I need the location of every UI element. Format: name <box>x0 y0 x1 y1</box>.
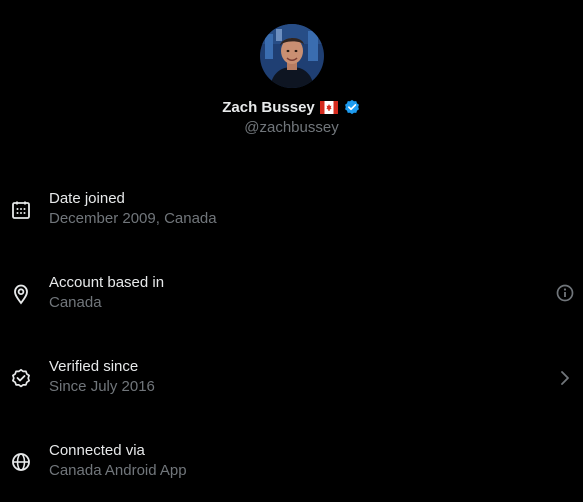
display-name[interactable]: Zach Bussey <box>222 99 315 116</box>
date-joined-label: Date joined <box>49 190 125 207</box>
info-icon[interactable] <box>555 283 575 303</box>
date-joined-row: Date joined December 2009, Canada <box>0 190 583 250</box>
connected-via-row: Connected via Canada Android App <box>0 442 583 502</box>
chevron-right-icon[interactable] <box>555 368 575 388</box>
verified-since-label: Verified since <box>49 358 139 375</box>
connected-via-label: Connected via <box>49 442 145 459</box>
verified-since-row[interactable]: Verified since Since July 2016 <box>0 358 583 418</box>
account-based-in-value: Canada <box>49 294 102 311</box>
date-joined-value: December 2009, Canada <box>49 210 217 227</box>
connected-via-value: Canada Android App <box>49 462 187 479</box>
verified-check-icon <box>10 367 32 389</box>
profile-handle: @zachbussey <box>244 119 339 136</box>
account-location-row: Account based in Canada <box>0 274 583 334</box>
location-pin-icon <box>10 283 32 305</box>
avatar[interactable] <box>260 24 324 88</box>
canada-flag-icon <box>319 100 338 114</box>
globe-icon <box>10 451 32 473</box>
name-row: Zach Bussey <box>0 96 583 118</box>
verified-since-value: Since July 2016 <box>49 378 155 395</box>
calendar-icon <box>10 199 32 221</box>
profile-header: Zach Bussey @zachbussey <box>0 0 583 150</box>
verified-badge-icon[interactable] <box>343 98 361 116</box>
account-based-in-label: Account based in <box>49 274 165 291</box>
